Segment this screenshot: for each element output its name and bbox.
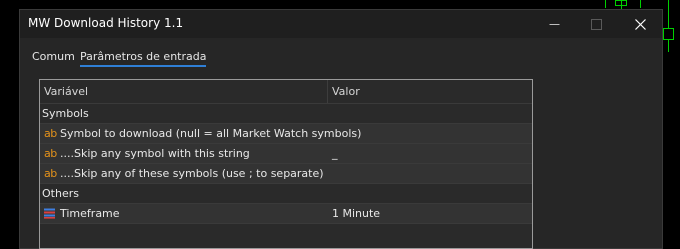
window-title: MW Download History 1.1 xyxy=(28,16,184,30)
param-value-cell[interactable]: 1 Minute xyxy=(328,204,532,223)
enum-list-icon xyxy=(44,208,55,219)
ab-string-icon: ab xyxy=(44,167,57,180)
param-label: Symbol to download (null = all Market Wa… xyxy=(60,127,362,140)
parameters-grid: Variável Valor Symbols ab Symbol to down… xyxy=(39,79,533,249)
group-label: Others xyxy=(42,187,79,200)
tab-input-parameters-label: Parâmetros de entrada xyxy=(80,50,207,63)
group-label: Symbols xyxy=(42,107,89,120)
chart-candle-wick xyxy=(640,0,641,8)
param-value: _ xyxy=(332,147,338,160)
ab-string-icon: ab xyxy=(44,127,57,140)
close-icon xyxy=(634,18,646,30)
param-row-timeframe[interactable]: Timeframe 1 Minute xyxy=(40,203,532,223)
minimize-icon xyxy=(549,23,559,25)
tab-input-parameters[interactable]: Parâmetros de entrada xyxy=(80,50,207,67)
param-value-cell[interactable] xyxy=(328,164,532,183)
empty-row xyxy=(40,223,532,248)
param-value-cell[interactable] xyxy=(328,124,532,143)
chart-candle-wick xyxy=(668,0,669,30)
column-header-value[interactable]: Valor xyxy=(332,85,360,98)
group-row-symbols[interactable]: Symbols xyxy=(40,103,532,123)
active-tab-indicator xyxy=(80,65,207,67)
chart-candle-wick xyxy=(621,0,622,9)
dialog-window: MW Download History 1.1 Comum Parâmetros… xyxy=(19,9,663,249)
tab-bar: Comum Parâmetros de entrada xyxy=(20,38,662,68)
column-header-variable[interactable]: Variável xyxy=(44,85,88,98)
minimize-button[interactable] xyxy=(532,10,576,38)
close-button[interactable] xyxy=(618,10,662,38)
param-value: 1 Minute xyxy=(332,207,381,220)
chart-candle-wick xyxy=(605,0,606,8)
param-value-cell[interactable]: _ xyxy=(328,144,532,163)
param-label: ....Skip any of these symbols (use ; to … xyxy=(60,167,324,180)
maximize-icon xyxy=(590,18,602,30)
param-row-symbol-to-download[interactable]: ab Symbol to download (null = all Market… xyxy=(40,123,532,143)
param-row-skip-symbols-list[interactable]: ab ....Skip any of these symbols (use ; … xyxy=(40,163,532,183)
tab-comum[interactable]: Comum xyxy=(32,50,75,63)
title-bar[interactable]: MW Download History 1.1 xyxy=(20,10,662,38)
grid-header: Variável Valor xyxy=(40,80,532,103)
param-label: ....Skip any symbol with this string xyxy=(60,147,250,160)
param-row-skip-symbol-string[interactable]: ab ....Skip any symbol with this string … xyxy=(40,143,532,163)
param-label: Timeframe xyxy=(60,207,120,220)
ab-string-icon: ab xyxy=(44,147,57,160)
maximize-button[interactable] xyxy=(574,10,618,38)
group-row-others[interactable]: Others xyxy=(40,183,532,203)
chart-candle-wick xyxy=(668,40,669,52)
chart-candle-body xyxy=(663,28,674,40)
